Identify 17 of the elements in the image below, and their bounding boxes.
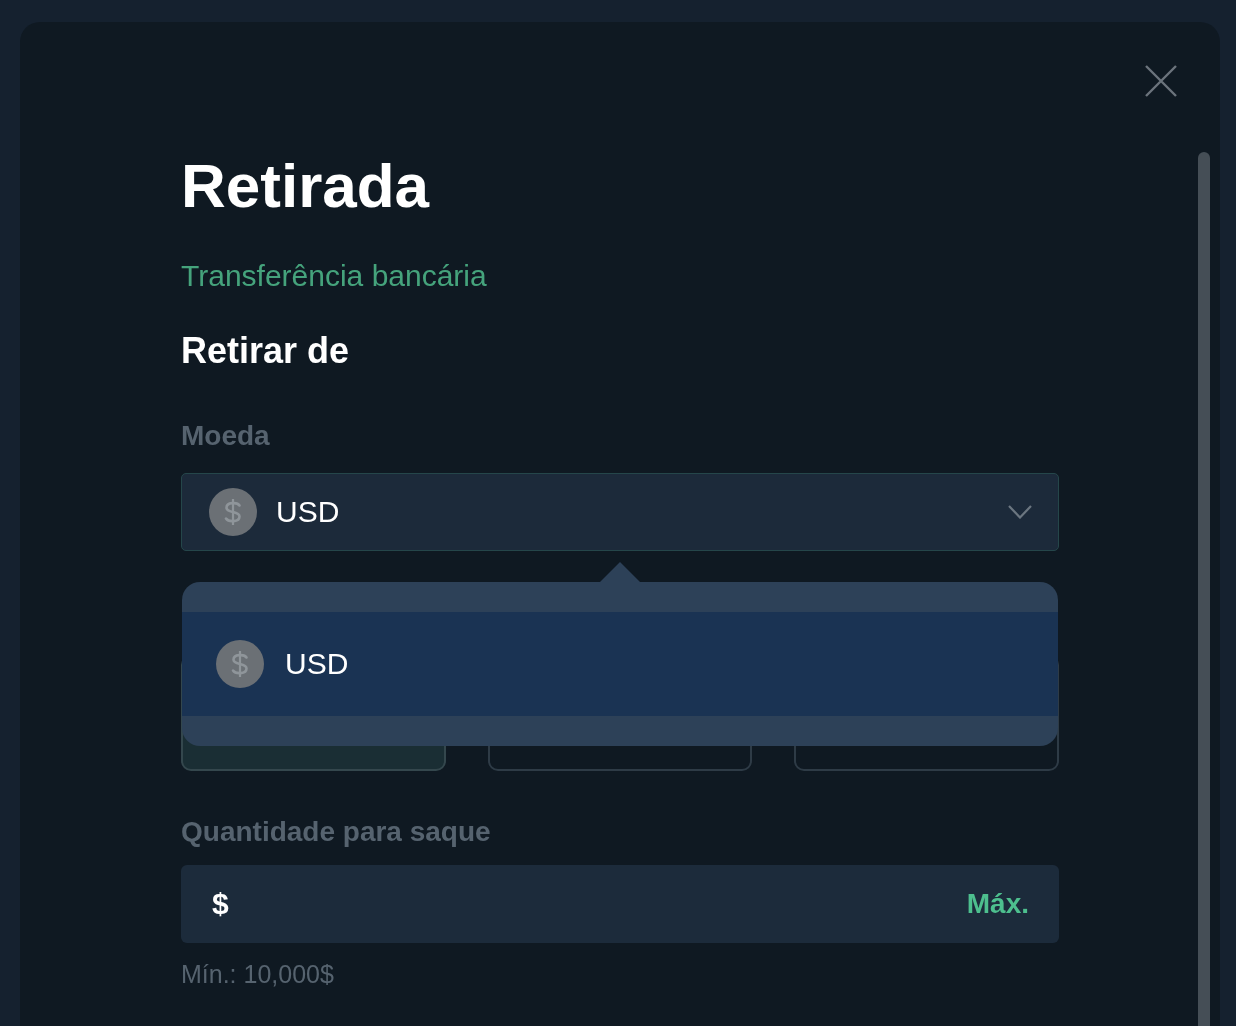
dollar-coin-icon <box>209 488 257 536</box>
field-label: Moeda <box>181 419 270 453</box>
dollar-coin-icon <box>216 640 264 688</box>
close-button[interactable] <box>1145 65 1177 97</box>
chevron-down-icon <box>1008 505 1032 519</box>
minimum-hint: Mín.: 10,000$ <box>181 959 334 989</box>
currency-symbol: $ <box>212 887 229 921</box>
currency-option[interactable]: USD <box>182 612 1058 716</box>
amount-field[interactable]: $ Máx. <box>181 865 1059 943</box>
close-icon <box>1145 65 1177 97</box>
currency-select[interactable]: USD <box>181 473 1059 551</box>
method-subtitle: Transferência bancária <box>181 258 487 294</box>
dialog-title: Retirada <box>181 150 430 222</box>
field-label: Quantidade para saque <box>181 815 491 849</box>
section-title: Retirar de <box>181 330 350 372</box>
scrollbar-thumb[interactable] <box>1198 152 1210 1026</box>
max-button[interactable]: Máx. <box>966 888 1029 920</box>
